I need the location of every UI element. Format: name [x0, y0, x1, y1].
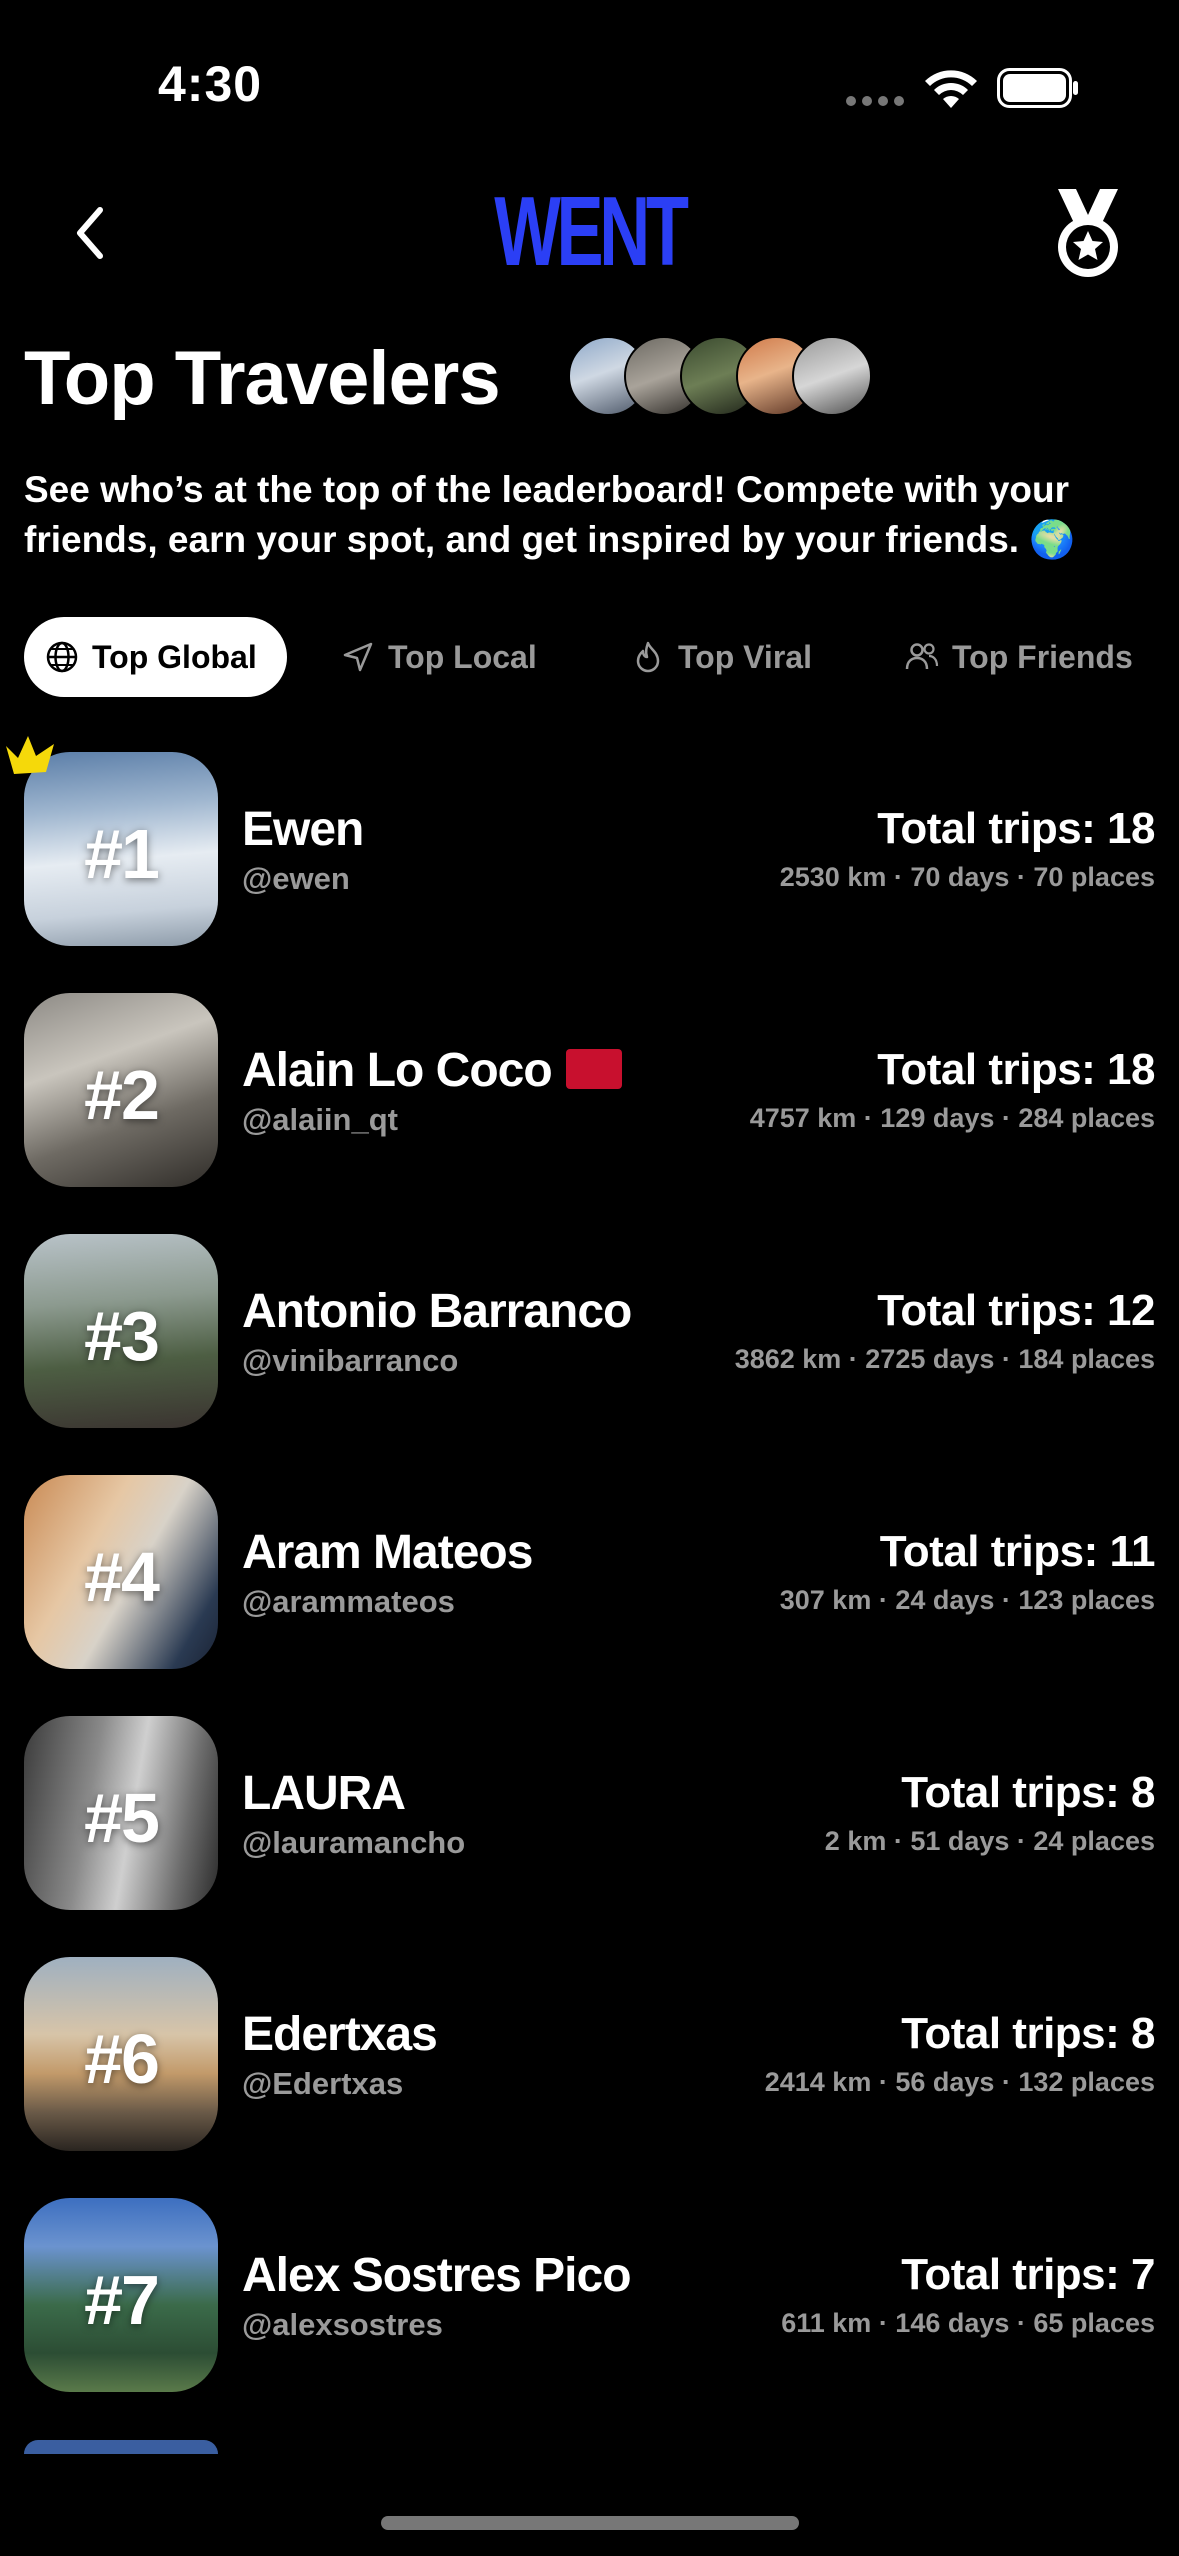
traveler-handle: @ewen [242, 861, 350, 896]
traveler-photo: #1 [24, 752, 218, 946]
travel-stats: 2414 km · 56 days · 132 places [764, 2067, 1155, 2097]
traveler-name: Antonio Barranco [242, 1285, 632, 1338]
rank-label: #2 [84, 1056, 160, 1134]
tab-top-viral[interactable]: Top Viral [630, 617, 812, 697]
total-trips: Total trips: 8 [901, 1768, 1155, 1817]
back-chevron-icon[interactable] [62, 198, 122, 268]
wifi-icon [925, 70, 977, 108]
total-trips: Total trips: 8 [901, 2009, 1155, 2058]
traveler-name: LAURA [242, 1767, 406, 1820]
leaderboard-tabs: Top Global Top Local Top Viral Top Frien… [24, 617, 1164, 697]
tab-top-friends[interactable]: Top Friends [904, 617, 1133, 697]
rank-label: #6 [84, 2020, 160, 2098]
traveler-photo-partial [24, 2440, 218, 2454]
nav-bar: WENT [0, 170, 1179, 290]
tab-label: Top Viral [678, 638, 812, 675]
home-indicator[interactable] [381, 2516, 799, 2530]
travel-stats: 2530 km · 70 days · 70 places [779, 862, 1155, 892]
traveler-row[interactable]: #6 Edertxas @Edertxas Total trips: 8 241… [0, 1953, 1179, 2153]
traveler-photo: #4 [24, 1475, 218, 1669]
flag-icon [565, 1049, 622, 1090]
page-subtitle: See who’s at the top of the leaderboard!… [24, 469, 1076, 560]
tab-label: Top Global [92, 638, 257, 675]
traveler-name: Alain Lo Coco [242, 1043, 622, 1098]
rank-label: #5 [84, 1779, 160, 1857]
total-trips: Total trips: 18 [877, 1045, 1155, 1094]
traveler-handle: @alaiin_qt [242, 1102, 398, 1137]
rank-label: #4 [84, 1538, 160, 1616]
cellular-signal-icon [846, 96, 904, 108]
total-trips: Total trips: 11 [879, 1527, 1156, 1576]
traveler-row[interactable]: #2 Alain Lo Coco @alaiin_qt Total trips:… [0, 989, 1179, 1189]
traveler-name: Edertxas [242, 2008, 438, 2061]
top-travelers-avatar-stack[interactable] [568, 336, 878, 420]
traveler-photo: #5 [24, 1716, 218, 1910]
traveler-row[interactable]: #3 Antonio Barranco @vinibarranco Total … [0, 1230, 1179, 1430]
traveler-photo: #7 [24, 2198, 218, 2392]
location-arrow-icon [343, 642, 373, 672]
total-trips: Total trips: 12 [877, 1286, 1155, 1335]
traveler-photo: #2 [24, 993, 218, 1187]
traveler-handle: @arammateos [242, 1584, 455, 1619]
rank-label: #1 [84, 815, 160, 893]
medal-star-icon[interactable] [1052, 185, 1124, 281]
traveler-row[interactable]: #7 Alex Sostres Pico @alexsostres Total … [0, 2194, 1179, 2394]
traveler-handle: @alexsostres [242, 2307, 443, 2342]
rank-label: #7 [84, 2261, 160, 2339]
rank-label: #3 [84, 1297, 160, 1375]
avatar [792, 336, 872, 416]
traveler-name: Aram Mateos [242, 1526, 533, 1579]
traveler-row[interactable]: #4 Aram Mateos @arammateos Total trips: … [0, 1471, 1179, 1671]
tab-label: Top Local [388, 638, 537, 675]
traveler-photo: #3 [24, 1234, 218, 1428]
crown-icon [6, 736, 54, 774]
total-trips: Total trips: 18 [877, 804, 1155, 853]
battery-icon [997, 68, 1078, 108]
flame-icon [636, 641, 660, 673]
traveler-name-text: Alain Lo Coco [242, 1044, 553, 1097]
tab-top-local[interactable]: Top Local [340, 617, 537, 697]
app-logo: WENT [494, 176, 689, 286]
people-icon [905, 643, 939, 670]
traveler-handle: @Edertxas [242, 2066, 404, 2101]
travel-stats: 611 km · 146 days · 65 places [781, 2308, 1155, 2338]
tab-label: Top Friends [952, 638, 1133, 675]
traveler-handle: @lauramancho [242, 1825, 466, 1860]
traveler-photo: #6 [24, 1957, 218, 2151]
globe-icon [46, 641, 78, 673]
travel-stats: 4757 km · 129 days · 284 places [749, 1103, 1155, 1133]
travel-stats: 307 km · 24 days · 123 places [779, 1585, 1155, 1615]
tab-top-global[interactable]: Top Global [24, 617, 287, 697]
status-bar: 4:30 [0, 0, 1179, 170]
traveler-name: Ewen [242, 803, 364, 856]
travel-stats: 2 km · 51 days · 24 places [824, 1826, 1155, 1856]
traveler-handle: @vinibarranco [242, 1343, 459, 1378]
traveler-row[interactable]: #1 Ewen @ewen Total trips: 18 2530 km · … [0, 736, 1179, 948]
total-trips: Total trips: 7 [901, 2250, 1155, 2299]
traveler-name: Alex Sostres Pico [242, 2249, 632, 2302]
status-time: 4:30 [158, 56, 263, 112]
page-title: Top Travelers [24, 336, 501, 421]
travel-stats: 3862 km · 2725 days · 184 places [734, 1344, 1155, 1374]
traveler-row[interactable]: #5 LAURA @lauramancho Total trips: 8 2 k… [0, 1712, 1179, 1912]
